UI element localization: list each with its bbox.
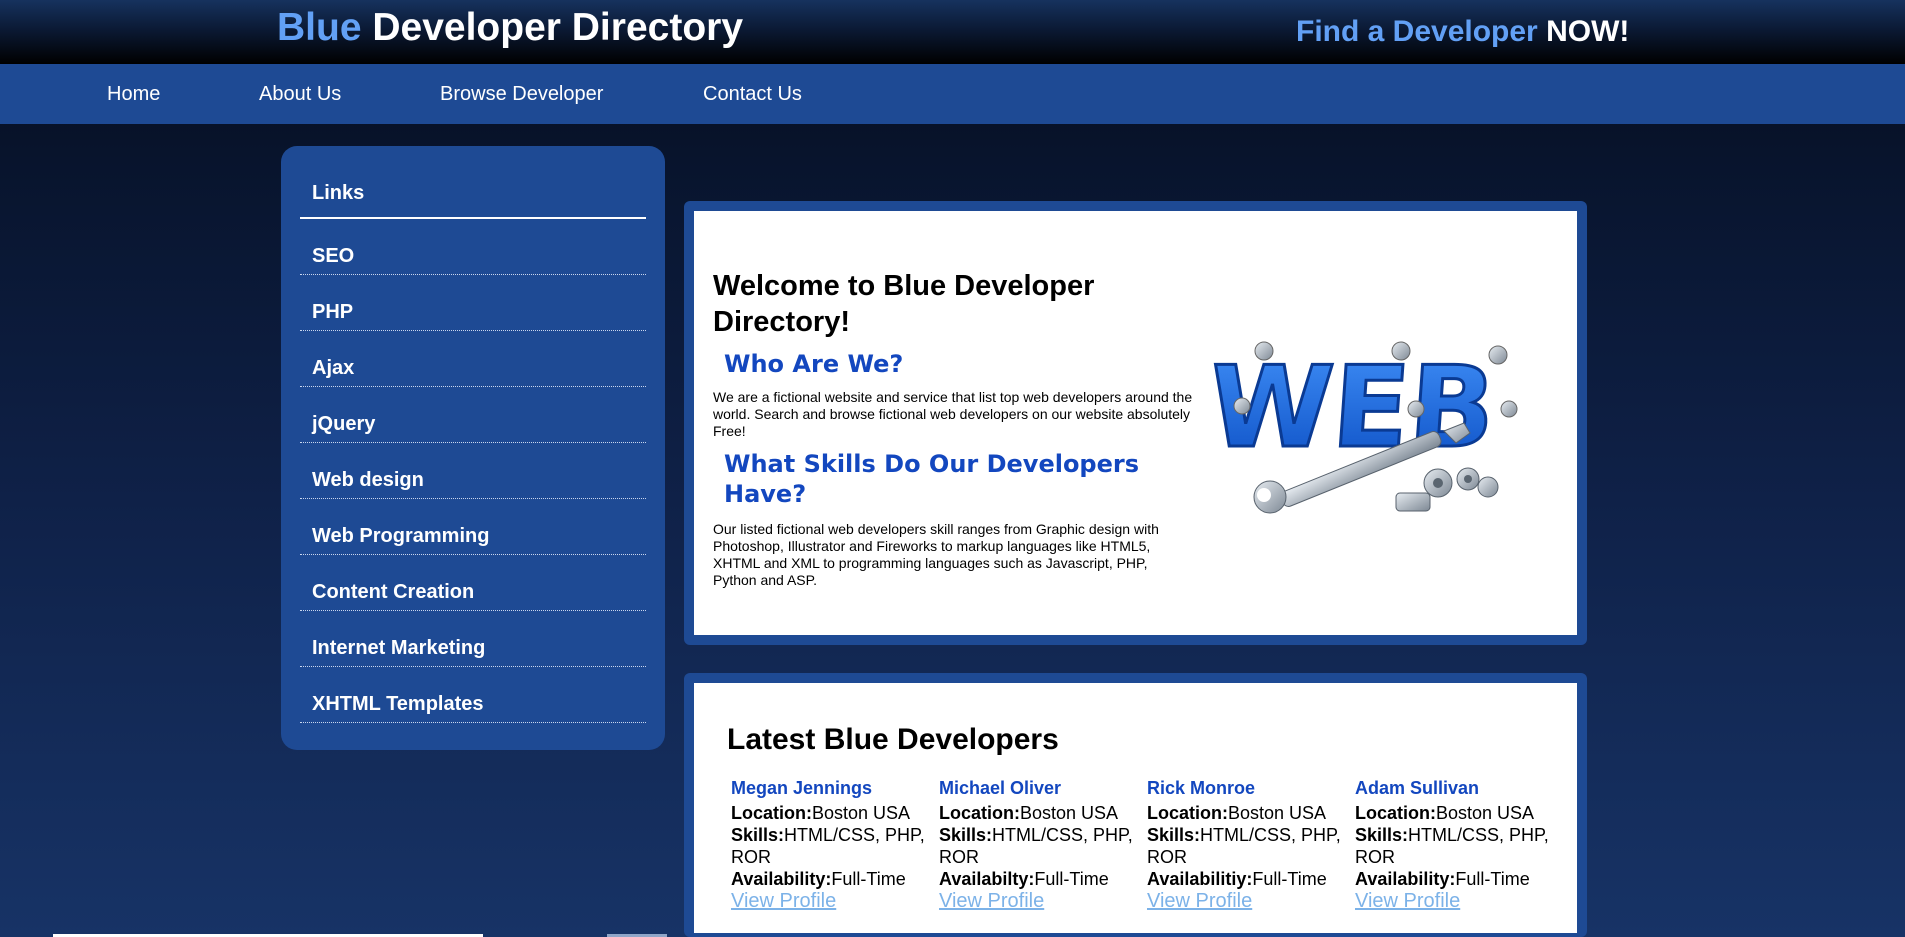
developer-availability: Availabilty:Full-Time xyxy=(939,869,1109,889)
sidebar-item-label[interactable]: XHTML Templates xyxy=(312,693,484,716)
sidebar-item-content-creation[interactable]: Content Creation xyxy=(300,555,646,611)
tagline: Find a Developer NOW! xyxy=(1296,15,1629,49)
developer-card: Michael Oliver Location:Boston USA Skill… xyxy=(939,777,1139,912)
sidebar-item-web-design[interactable]: Web design xyxy=(300,443,646,499)
developer-skills: Skills:HTML/CSS, PHP, ROR xyxy=(731,825,925,867)
developer-location: Location:Boston USA xyxy=(731,803,911,823)
tagline-rest: NOW! xyxy=(1537,15,1630,48)
developer-name[interactable]: Michael Oliver xyxy=(939,777,1139,799)
developer-location: Location:Boston USA xyxy=(1147,803,1327,823)
bolt-icon xyxy=(1500,400,1518,418)
sidebar-item-label[interactable]: Web Programming xyxy=(312,525,489,548)
bolt-icon xyxy=(1254,341,1274,361)
view-profile-link[interactable]: View Profile xyxy=(1147,890,1347,912)
bolt-icon xyxy=(1391,341,1411,361)
nav-about-us[interactable]: About Us xyxy=(259,83,341,106)
developer-card: Adam Sullivan Location:Boston USA Skills… xyxy=(1355,777,1555,912)
welcome-content: Welcome to Blue Developer Directory! Who… xyxy=(694,211,1577,635)
sidebar-item-label[interactable]: Ajax xyxy=(312,357,354,380)
sidebar-heading-label: Links xyxy=(312,182,365,204)
who-are-we-text: We are a fictional website and service t… xyxy=(713,389,1193,439)
sidebar-item-ajax[interactable]: Ajax xyxy=(300,331,646,387)
skills-heading: What Skills Do Our Developers Have? xyxy=(724,450,1140,508)
latest-developers-title: Latest Blue Developers xyxy=(727,723,1059,756)
view-profile-link[interactable]: View Profile xyxy=(1355,890,1555,912)
nav-browse-developer[interactable]: Browse Developer xyxy=(440,83,603,106)
sidebar-item-xhtml-templates[interactable]: XHTML Templates xyxy=(300,667,646,723)
latest-developers-content: Latest Blue Developers Megan Jennings Lo… xyxy=(694,683,1577,933)
nav-contact-us[interactable]: Contact Us xyxy=(703,83,802,106)
skills-text: Our listed fictional web developers skil… xyxy=(713,521,1159,588)
developer-card: Megan Jennings Location:Boston USA Skill… xyxy=(731,777,931,912)
bolt-icon xyxy=(1488,345,1508,365)
sidebar-item-label[interactable]: jQuery xyxy=(312,413,375,436)
view-profile-link[interactable]: View Profile xyxy=(939,890,1139,912)
who-are-we-heading: Who Are We? xyxy=(724,350,904,378)
sidebar-item-web-programming[interactable]: Web Programming xyxy=(300,499,646,555)
tagline-accent: Find a Developer xyxy=(1296,15,1538,48)
main-nav: Home About Us Browse Developer Contact U… xyxy=(0,64,1905,124)
developer-name[interactable]: Adam Sullivan xyxy=(1355,777,1555,799)
developer-availability: Availability:Full-Time xyxy=(1355,869,1530,889)
developer-name[interactable]: Rick Monroe xyxy=(1147,777,1347,799)
nuts-icon xyxy=(1395,467,1499,512)
bolt-icon xyxy=(1407,400,1425,418)
site-title-accent: Blue xyxy=(277,6,362,49)
sidebar-item-jquery[interactable]: jQuery xyxy=(300,387,646,443)
sidebar-item-internet-marketing[interactable]: Internet Marketing xyxy=(300,611,646,667)
developer-skills: Skills:HTML/CSS, PHP, ROR xyxy=(1147,825,1341,867)
sidebar-item-label[interactable]: PHP xyxy=(312,301,353,324)
developer-location: Location:Boston USA xyxy=(1355,803,1535,823)
nav-home[interactable]: Home xyxy=(107,83,160,106)
sidebar-item-label[interactable]: SEO xyxy=(312,245,354,268)
developer-skills: Skills:HTML/CSS, PHP, ROR xyxy=(939,825,1133,867)
developer-availability: Availabilitiy:Full-Time xyxy=(1147,869,1327,889)
sidebar-links: Links SEO PHP Ajax jQuery Web design Web… xyxy=(281,146,665,750)
developer-availability: Availability:Full-Time xyxy=(731,869,906,889)
bolt-icon xyxy=(1233,397,1251,415)
sidebar-item-label[interactable]: Web design xyxy=(312,469,424,492)
welcome-title: Welcome to Blue Developer Directory! xyxy=(713,270,1095,338)
web-tools-graphic: WEB xyxy=(1206,341,1518,514)
site-header: Blue Developer Directory Find a Develope… xyxy=(0,0,1905,64)
welcome-panel: Welcome to Blue Developer Directory! Who… xyxy=(684,201,1587,645)
developer-name[interactable]: Megan Jennings xyxy=(731,777,931,799)
developer-skills: Skills:HTML/CSS, PHP, ROR xyxy=(1355,825,1549,867)
sidebar-item-seo[interactable]: SEO xyxy=(300,219,646,275)
view-profile-link[interactable]: View Profile xyxy=(731,890,931,912)
sidebar-item-php[interactable]: PHP xyxy=(300,275,646,331)
sidebar-heading: Links xyxy=(300,182,646,219)
sidebar-item-label[interactable]: Content Creation xyxy=(312,581,474,604)
site-title-rest: Developer Directory xyxy=(361,6,744,49)
developer-card: Rick Monroe Location:Boston USA Skills:H… xyxy=(1147,777,1347,912)
developer-location: Location:Boston USA xyxy=(939,803,1119,823)
sidebar-item-label[interactable]: Internet Marketing xyxy=(312,637,485,660)
latest-developers-panel: Latest Blue Developers Megan Jennings Lo… xyxy=(684,673,1587,937)
site-title[interactable]: Blue Developer Directory xyxy=(277,6,743,50)
